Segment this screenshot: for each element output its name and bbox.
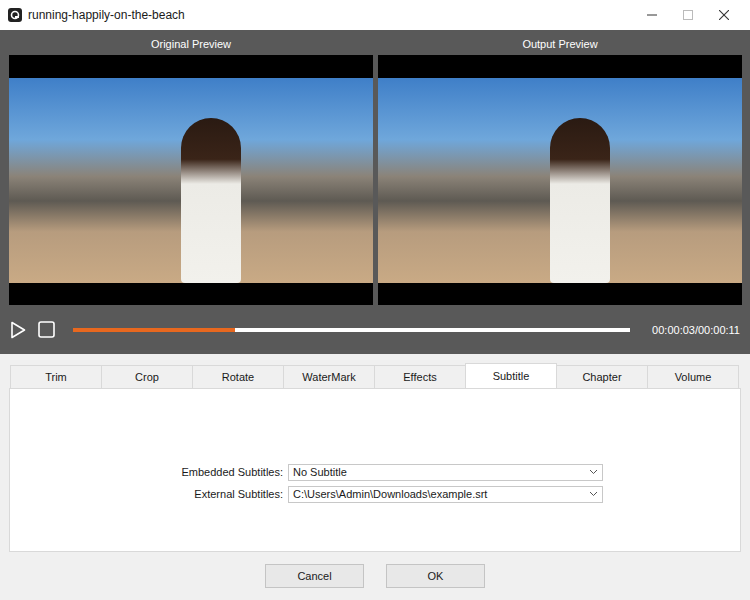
tab[interactable]: Crop — [101, 365, 193, 388]
progress-fill — [73, 328, 235, 332]
dialog-buttons: Cancel OK — [9, 552, 741, 600]
field-label: External Subtitles: — [10, 488, 288, 500]
tab-bar: TrimCropRotateWaterMarkEffectsSubtitleCh… — [9, 363, 741, 388]
tab[interactable]: Rotate — [192, 365, 284, 388]
tab[interactable]: Trim — [10, 365, 102, 388]
subtitle-row: External Subtitles: C:\Users\Admin\Downlo… — [10, 486, 740, 503]
subtitle-panel: Embedded Subtitles: No Subtitle External S… — [9, 388, 741, 552]
tab[interactable]: Subtitle — [465, 363, 557, 388]
tab[interactable]: Effects — [374, 365, 466, 388]
subtitle-dropdown[interactable]: No Subtitle — [288, 464, 603, 481]
maximize-icon — [683, 10, 693, 20]
title-bar: running-happily-on-the-beach — [0, 0, 750, 30]
dropdown-value: No Subtitle — [293, 466, 589, 478]
edit-area: TrimCropRotateWaterMarkEffectsSubtitleCh… — [0, 354, 750, 600]
ok-button[interactable]: OK — [386, 564, 485, 588]
subtitle-row: Embedded Subtitles: No Subtitle — [10, 464, 740, 481]
preview-panes — [0, 55, 750, 305]
player-controls: 00:00:03/00:00:11 — [0, 305, 750, 354]
preview-label: Original Preview — [9, 30, 373, 55]
window-controls — [634, 0, 742, 30]
tab[interactable]: WaterMark — [283, 365, 375, 388]
video-frame — [378, 78, 742, 283]
chevron-down-icon — [589, 469, 598, 475]
play-icon[interactable] — [10, 321, 26, 339]
field-label: Embedded Subtitles: — [10, 466, 288, 478]
video-subject — [550, 118, 610, 283]
dropdown-value: C:\Users\Admin\Downloads\example.srt — [293, 488, 589, 500]
window-title: running-happily-on-the-beach — [28, 8, 634, 22]
tab[interactable]: Chapter — [556, 365, 648, 388]
chevron-down-icon — [589, 491, 598, 497]
preview-pane — [9, 55, 373, 305]
subtitle-dropdown[interactable]: C:\Users\Admin\Downloads\example.srt — [288, 486, 603, 503]
stop-icon[interactable] — [38, 321, 55, 338]
app-icon — [8, 8, 22, 22]
minimize-icon — [647, 10, 657, 20]
video-subject — [181, 118, 241, 283]
progress-track[interactable] — [73, 328, 630, 332]
close-icon — [719, 10, 729, 20]
maximize-button[interactable] — [670, 0, 706, 30]
preview-labels: Original PreviewOutput Preview — [0, 30, 750, 55]
preview-pane — [378, 55, 742, 305]
cancel-button[interactable]: Cancel — [265, 564, 364, 588]
video-frame — [9, 78, 373, 283]
preview-label: Output Preview — [378, 30, 742, 55]
close-button[interactable] — [706, 0, 742, 30]
tab[interactable]: Volume — [647, 365, 739, 388]
minimize-button[interactable] — [634, 0, 670, 30]
time-readout: 00:00:03/00:00:11 — [652, 324, 740, 336]
preview-area: Original PreviewOutput Preview 00:00:03/0… — [0, 30, 750, 354]
